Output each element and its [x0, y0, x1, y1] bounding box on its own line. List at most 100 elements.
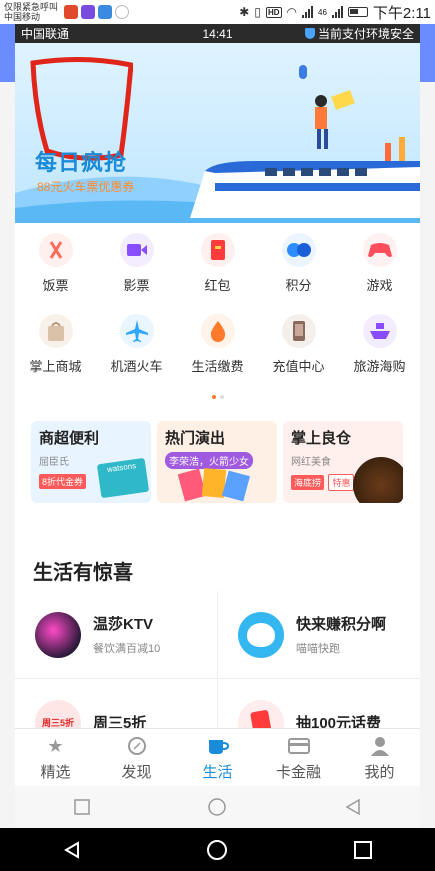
phone-screen: 仅限紧急呼叫 中国移动 ✱ ▯ HD ◠ 46 下午2:11 中国联通 14:4…	[0, 0, 435, 871]
pager-dot-active	[211, 395, 216, 399]
signal-icon	[331, 6, 343, 18]
app-notification-icon	[81, 5, 95, 19]
grid-item-meal-ticket[interactable]: 饭票	[15, 233, 96, 294]
secure-text: 当前支付环境安全	[317, 27, 414, 41]
vibrate-icon: ▯	[254, 5, 261, 19]
nav-item-featured[interactable]: ★ 精选	[15, 729, 96, 786]
life-item-desc: 喵喵快跑	[296, 643, 340, 655]
nav-item-finance[interactable]: 卡金融	[258, 729, 339, 786]
watsons-logo: watsons	[96, 457, 150, 499]
grid-label: 机酒火车	[110, 359, 163, 374]
nav-label: 生活	[202, 764, 233, 781]
grid-label: 旅游海购	[353, 359, 406, 374]
grid-label: 游戏	[366, 278, 393, 293]
nav-item-life[interactable]: 生活	[177, 729, 258, 786]
microphone-icon[interactable]	[299, 65, 307, 79]
carrier-info: 仅限紧急呼叫 中国移动	[0, 2, 60, 22]
chat-icon	[115, 5, 129, 19]
grid-item-recharge[interactable]: 充值中心	[258, 314, 339, 375]
back-icon[interactable]	[62, 840, 82, 860]
promo-card-food[interactable]: 掌上良仓 网红美食 海底捞 特惠	[283, 421, 403, 503]
promo-tag-secondary: 特惠	[328, 474, 355, 491]
section-title: 生活有惊喜	[33, 562, 133, 584]
star-icon: ★	[47, 735, 64, 756]
grid-item-points[interactable]: 积分	[258, 233, 339, 294]
grid-label: 影票	[123, 278, 150, 293]
recent-apps-icon[interactable]	[73, 798, 91, 816]
shopping-bag-icon	[38, 314, 73, 348]
promo-tag: 海底捞	[291, 475, 325, 490]
carrier-emergency: 仅限紧急呼叫	[4, 2, 59, 12]
grid-item-tourism[interactable]: 旅游海购	[339, 314, 420, 375]
airplane-icon	[119, 314, 154, 348]
promo-row: 商超便利 屈臣氏 8折代金券 watsons 热门演出 李荣浩，火箭少女 掌上良…	[31, 421, 403, 503]
grid-item-movie-ticket[interactable]: 影票	[96, 233, 177, 294]
life-item-points[interactable]: 快来赚积分啊 喵喵快跑	[217, 591, 419, 678]
grid-label: 充值中心	[272, 359, 325, 374]
carrier-name: 中国移动	[4, 12, 41, 22]
grid-label: 红包	[204, 278, 231, 293]
promo-banner[interactable]: 每日疯抢 88元火车票优惠券	[15, 43, 420, 223]
app-notification-icon	[98, 5, 112, 19]
shield-icon	[304, 28, 315, 39]
grid-pager	[15, 395, 420, 399]
water-drop-icon	[200, 314, 235, 348]
service-grid: 饭票 影票 红包 积分 游戏 掌上商城 机酒火车 生活缴费 充值中心 旅游海购	[15, 233, 420, 375]
life-item-desc: 餐饮满百减10	[93, 643, 161, 655]
compass-icon	[126, 735, 148, 757]
nav-label: 我的	[364, 764, 395, 781]
user-icon	[369, 735, 391, 757]
nav-item-me[interactable]: 我的	[339, 729, 420, 786]
nav-item-discover[interactable]: 发现	[96, 729, 177, 786]
red-envelope-icon	[200, 233, 235, 267]
life-item-name: 温莎KTV	[93, 616, 154, 633]
life-row: 温莎KTV 餐饮满百减10 快来赚积分啊 喵喵快跑	[15, 591, 420, 679]
notification-icons	[64, 5, 129, 19]
back-icon[interactable]	[344, 798, 362, 816]
fork-knife-icon	[38, 233, 73, 267]
home-icon[interactable]	[207, 797, 227, 817]
grid-item-mall[interactable]: 掌上商城	[15, 314, 96, 375]
phone-icon	[281, 314, 316, 348]
life-item-ktv[interactable]: 温莎KTV 餐饮满百减10	[15, 591, 217, 678]
hd-icon: HD	[265, 6, 282, 18]
grid-label: 生活缴费	[191, 359, 244, 374]
cat-avatar	[238, 611, 284, 658]
inner-status-bar: 中国联通 14:41 当前支付环境安全	[15, 24, 420, 43]
status-indicators: ✱ ▯ HD ◠ 46 下午2:11	[239, 2, 435, 23]
points-icon	[281, 233, 316, 267]
life-item-name: 快来赚积分啊	[296, 616, 387, 633]
side-strip	[420, 24, 435, 82]
gamepad-icon	[362, 233, 397, 267]
nav-label: 发现	[121, 764, 152, 781]
cup-icon	[207, 735, 229, 757]
promo-title: 热门演出	[165, 430, 226, 447]
grid-label: 饭票	[42, 278, 69, 293]
network-type: 46	[318, 7, 327, 17]
home-icon[interactable]	[206, 839, 228, 861]
grid-item-travel[interactable]: 机酒火车	[96, 314, 177, 375]
banner-subtitle: 88元火车票优惠券	[37, 180, 135, 194]
outer-status-bar: 仅限紧急呼叫 中国移动 ✱ ▯ HD ◠ 46 下午2:11	[0, 0, 435, 24]
bluetooth-icon: ✱	[239, 5, 250, 19]
side-strip	[0, 24, 15, 82]
signal-icon	[302, 6, 313, 18]
ktv-avatar	[35, 611, 81, 658]
promo-card-shows[interactable]: 热门演出 李荣浩，火箭少女	[157, 421, 277, 503]
promo-card-supermarket[interactable]: 商超便利 屈臣氏 8折代金券 watsons	[31, 421, 151, 503]
inner-time: 14:41	[202, 26, 233, 41]
grid-label: 掌上商城	[29, 359, 82, 374]
battery-icon	[347, 7, 368, 17]
grid-item-games[interactable]: 游戏	[339, 233, 420, 294]
video-camera-icon	[119, 233, 154, 267]
bottom-nav: ★ 精选 发现 生活 卡金融 我的	[15, 728, 420, 786]
nav-label: 卡金融	[275, 764, 321, 781]
grid-item-utilities[interactable]: 生活缴费	[177, 314, 258, 375]
app-notification-icon	[64, 5, 78, 19]
system-nav-bar	[0, 828, 435, 871]
promo-tag: 8折代金券	[39, 474, 87, 489]
grid-item-red-envelope[interactable]: 红包	[177, 233, 258, 294]
wifi-icon: ◠	[286, 5, 297, 19]
recent-apps-icon[interactable]	[353, 840, 373, 860]
banner-title: 每日疯抢	[35, 150, 128, 175]
